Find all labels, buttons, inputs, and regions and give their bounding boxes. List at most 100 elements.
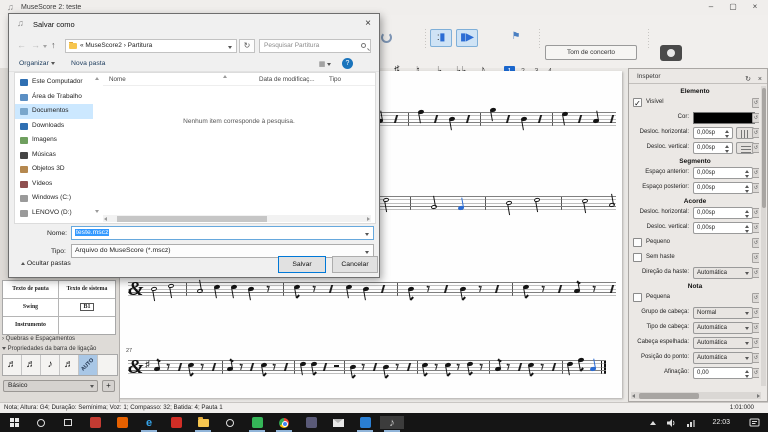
- note-token[interactable]: &: [128, 282, 141, 296]
- note-token[interactable]: [300, 360, 307, 374]
- note-token[interactable]: [328, 282, 335, 296]
- note-token[interactable]: [199, 360, 206, 374]
- spin-field[interactable]: 0,00sp: [693, 182, 753, 194]
- sidebar-item-LENOVO (D:)[interactable]: LENOVO (D:): [15, 206, 93, 221]
- chevron-down-icon[interactable]: [365, 251, 369, 254]
- palette-cell-B1[interactable]: B1: [59, 299, 115, 316]
- reset-icon[interactable]: ↺: [752, 143, 759, 153]
- note-token[interactable]: [322, 360, 329, 374]
- note-token[interactable]: [467, 360, 474, 374]
- taskbar-edge-icon[interactable]: e: [137, 416, 161, 429]
- score-system-3[interactable]: &: [128, 282, 616, 296]
- note-token[interactable]: [197, 282, 204, 296]
- loop-playback-button[interactable]: ▮▶: [456, 29, 478, 47]
- note-token[interactable]: [528, 360, 535, 374]
- back-icon[interactable]: ←: [17, 40, 26, 50]
- note-token[interactable]: [609, 112, 616, 126]
- note-token[interactable]: [188, 360, 195, 374]
- note-token[interactable]: [380, 282, 387, 296]
- history-chevron-icon[interactable]: [43, 45, 47, 48]
- save-button[interactable]: Salvar: [278, 256, 326, 273]
- new-folder-button[interactable]: Nova pasta: [71, 60, 105, 67]
- sidebar-scroll-up-icon[interactable]: [95, 77, 99, 80]
- note-token[interactable]: [562, 112, 569, 126]
- filetype-select[interactable]: Arquivo do MuseScore (*.mscz): [71, 244, 374, 258]
- taskbar-clock[interactable]: 22:03: [712, 413, 730, 432]
- taskbar-musescore-icon[interactable]: ♪: [380, 416, 404, 429]
- organize-menu[interactable]: Organizar: [19, 60, 55, 67]
- note-token[interactable]: [495, 360, 502, 374]
- note-token[interactable]: [283, 360, 290, 374]
- taskbar-chrome-icon[interactable]: [272, 416, 296, 429]
- note-token[interactable]: [506, 360, 513, 374]
- dialog-close-icon[interactable]: ×: [365, 18, 371, 29]
- note-token[interactable]: [294, 282, 301, 296]
- inspector-vscrollbar[interactable]: [761, 86, 766, 386]
- note-token[interactable]: [540, 360, 547, 374]
- note-token[interactable]: [494, 282, 501, 296]
- note-token[interactable]: [177, 360, 184, 374]
- taskbar-start-icon[interactable]: [2, 416, 26, 429]
- note-token[interactable]: [383, 196, 390, 210]
- spin-arrows-icon[interactable]: [745, 170, 750, 178]
- note-token[interactable]: [534, 196, 541, 210]
- scroll-right-icon[interactable]: [367, 217, 370, 221]
- play-repeats-button[interactable]: :▮: [430, 29, 452, 47]
- image-capture-button[interactable]: [660, 45, 682, 61]
- view-options-button[interactable]: ▦: [319, 60, 331, 68]
- beam-mode-auto-button[interactable]: AUTO: [79, 355, 98, 375]
- section-beam-properties[interactable]: Propriedades da barra de ligação: [2, 346, 96, 352]
- forward-icon[interactable]: →: [31, 40, 40, 50]
- note-token[interactable]: [311, 282, 318, 296]
- action-center-icon[interactable]: [749, 413, 760, 432]
- note-token[interactable]: [248, 282, 255, 296]
- note-token[interactable]: [363, 282, 370, 296]
- taskbar-firefox-icon[interactable]: [110, 416, 134, 429]
- note-token[interactable]: [311, 360, 318, 374]
- pan-playback-button[interactable]: ⚑: [506, 29, 526, 47]
- note-token[interactable]: [537, 112, 544, 126]
- note-token[interactable]: [593, 112, 600, 126]
- note-token[interactable]: [406, 360, 413, 374]
- chevron-down-icon[interactable]: [365, 233, 369, 236]
- taskbar-app-green-icon[interactable]: [245, 416, 269, 429]
- filename-input[interactable]: teste.mscz: [71, 226, 374, 240]
- note-token[interactable]: [372, 360, 379, 374]
- reset-icon[interactable]: ↺: [752, 238, 759, 248]
- note-token[interactable]: [478, 360, 485, 374]
- select-field[interactable]: Automática: [693, 352, 753, 364]
- note-token[interactable]: [227, 360, 234, 374]
- file-list-hscrollbar[interactable]: [103, 215, 371, 222]
- note-token[interactable]: [578, 360, 585, 374]
- note-token[interactable]: [557, 282, 564, 296]
- reset-icon[interactable]: ↺: [752, 338, 759, 348]
- sidebar-item-Documentos[interactable]: Documentos: [15, 104, 93, 119]
- checkbox-Pequena[interactable]: [633, 293, 642, 302]
- sidebar-item-Músicas[interactable]: Músicas: [15, 148, 93, 163]
- checkbox-Sem haste[interactable]: [633, 253, 642, 262]
- scroll-left-icon[interactable]: [632, 394, 635, 398]
- spin-field[interactable]: 0,00sp: [693, 222, 753, 234]
- scroll-left-icon[interactable]: [104, 217, 107, 221]
- note-token[interactable]: [249, 360, 256, 374]
- maximize-button[interactable]: ▢: [722, 0, 744, 14]
- note-token[interactable]: &: [128, 360, 141, 374]
- note-token[interactable]: [151, 282, 158, 296]
- beam-mode-1-icon[interactable]: ♬: [22, 355, 41, 375]
- spin-arrows-icon[interactable]: [745, 185, 750, 193]
- note-token[interactable]: [590, 360, 597, 374]
- note-token[interactable]: [540, 282, 547, 296]
- note-token[interactable]: [231, 282, 238, 296]
- note-token[interactable]: [433, 112, 440, 126]
- note-token[interactable]: [458, 196, 465, 210]
- minimize-button[interactable]: –: [700, 0, 722, 14]
- note-token[interactable]: [505, 112, 512, 126]
- score-system-4[interactable]: 27&♯: [128, 360, 606, 374]
- note-token[interactable]: [361, 360, 368, 374]
- spin-arrows-icon[interactable]: [745, 210, 750, 218]
- note-token[interactable]: [350, 360, 357, 374]
- note-token[interactable]: [574, 282, 581, 296]
- cancel-button[interactable]: Cancelar: [332, 256, 378, 273]
- column-name[interactable]: Nome: [109, 73, 126, 86]
- taskbar-alarms-icon[interactable]: [218, 416, 242, 429]
